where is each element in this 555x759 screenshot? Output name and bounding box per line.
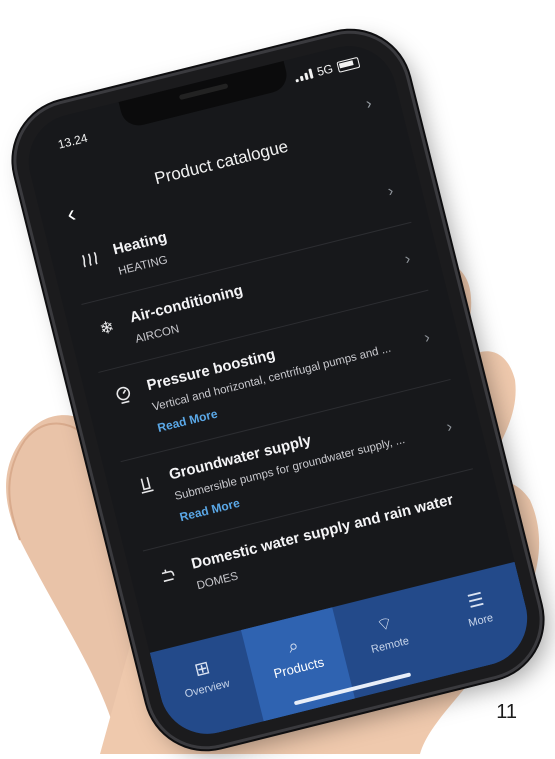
pressure-gauge-icon	[111, 383, 138, 410]
tab-overview[interactable]: ⊞ Overview	[150, 630, 255, 706]
well-pump-icon	[133, 472, 160, 499]
product-list: Heating HEATING › ❄ Air-conditioning AIR…	[65, 155, 490, 619]
faucet-icon	[155, 562, 182, 589]
tab-more[interactable]: ☰ More	[423, 562, 528, 638]
phone-device: 13.24 5G › ‹ Product catalogue Heating H…	[4, 21, 552, 759]
chevron-right-icon: ›	[444, 417, 454, 436]
snowflake-icon: ❄	[97, 317, 117, 339]
signal-icon	[294, 68, 314, 83]
tab-remote[interactable]: ⌔ Remote	[332, 585, 437, 663]
network-label: 5G	[315, 61, 335, 79]
header-chevron-icon[interactable]: ›	[364, 95, 374, 114]
phone-screen: 13.24 5G › ‹ Product catalogue Heating H…	[18, 35, 538, 745]
page-number: 11	[496, 701, 517, 723]
battery-icon	[336, 56, 361, 73]
heat-waves-icon	[77, 247, 104, 274]
status-right: 5G	[293, 55, 361, 85]
tab-label: More	[467, 611, 495, 630]
chevron-right-icon: ›	[422, 328, 432, 347]
status-time: 13.24	[56, 130, 90, 152]
